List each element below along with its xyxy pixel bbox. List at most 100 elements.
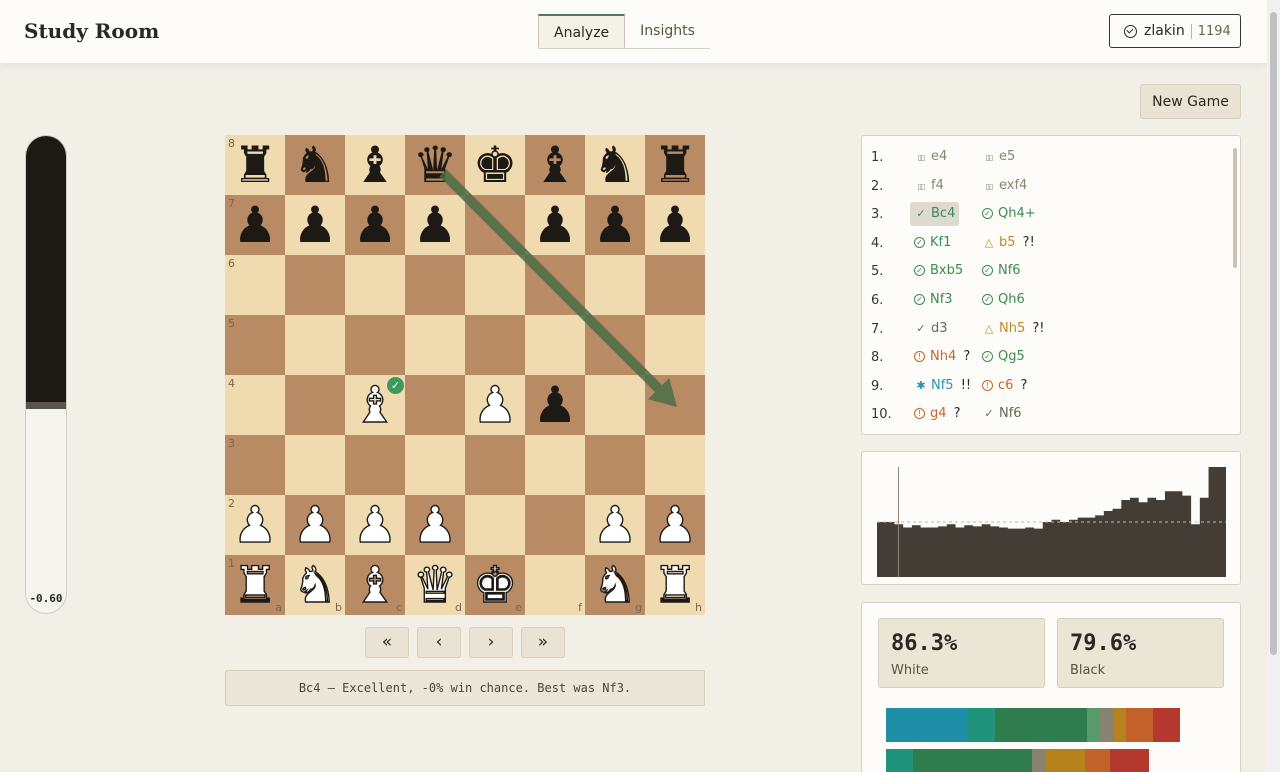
- black-piece-d8[interactable]: ♛: [405, 135, 465, 195]
- white-piece-a2[interactable]: ♟: [225, 495, 285, 555]
- check-icon: ✓: [916, 207, 926, 221]
- square-a5[interactable]: 5: [225, 315, 285, 375]
- square-e6[interactable]: [465, 255, 525, 315]
- square-g3[interactable]: [585, 435, 645, 495]
- square-f5[interactable]: [525, 315, 585, 375]
- square-f3[interactable]: [525, 435, 585, 495]
- tab-insights[interactable]: Insights: [625, 14, 710, 48]
- white-move[interactable]: ✓ Bxb5: [910, 259, 967, 283]
- white-move[interactable]: ▯▯ e4: [910, 145, 951, 169]
- black-move[interactable]: ✓ Nf6: [978, 259, 1025, 283]
- white-move[interactable]: ! Nh4 ?: [910, 345, 974, 369]
- white-piece-a1[interactable]: ♜: [225, 555, 285, 615]
- square-e3[interactable]: [465, 435, 525, 495]
- move-row: 5. ✓ Bxb5 ✓ Nf6: [862, 258, 1240, 284]
- chess-board[interactable]: 8 7 6 5 4 3 2 1 a b c d e f g h ♜ ♞ ♝ ♛ ♚ ♝ ♞ ♜ ♟ ♟ ♟ ♟ ♟ ♟ ♟ ♝ ♟ ♟ ♟ ♟ ♟ ♟ ♟ ♟…: [225, 135, 705, 615]
- black-piece-e8[interactable]: ♚: [465, 135, 525, 195]
- black-move[interactable]: ▯▯ exf4: [978, 174, 1031, 198]
- white-piece-e1[interactable]: ♚: [465, 555, 525, 615]
- black-piece-h7[interactable]: ♟: [645, 195, 705, 255]
- square-h6[interactable]: [645, 255, 705, 315]
- square-b6[interactable]: [285, 255, 345, 315]
- black-piece-b8[interactable]: ♞: [285, 135, 345, 195]
- black-piece-a7[interactable]: ♟: [225, 195, 285, 255]
- black-piece-d7[interactable]: ♟: [405, 195, 465, 255]
- black-piece-b7[interactable]: ♟: [285, 195, 345, 255]
- white-move[interactable]: ✓ Kf1: [910, 231, 955, 255]
- last-move-button[interactable]: »: [521, 627, 565, 658]
- black-move[interactable]: △ b5 ?!: [978, 231, 1039, 255]
- black-move[interactable]: ✓ Qh6: [978, 288, 1029, 312]
- black-move[interactable]: ✓ Nf6: [978, 402, 1026, 426]
- white-move[interactable]: ✱ Nf5 !!: [910, 374, 975, 398]
- white-move[interactable]: ✓ Nf3: [910, 288, 957, 312]
- square-h3[interactable]: [645, 435, 705, 495]
- new-game-button[interactable]: New Game: [1140, 84, 1241, 119]
- square-d3[interactable]: [405, 435, 465, 495]
- white-piece-b1[interactable]: ♞: [285, 555, 345, 615]
- black-piece-f7[interactable]: ♟: [525, 195, 585, 255]
- square-a3[interactable]: 3: [225, 435, 285, 495]
- page-scrollbar-thumb[interactable]: [1270, 12, 1277, 655]
- square-g6[interactable]: [585, 255, 645, 315]
- white-move[interactable]: ✓ Bc4: [910, 202, 960, 227]
- square-c3[interactable]: [345, 435, 405, 495]
- eval-graph[interactable]: [862, 452, 1242, 586]
- previous-move-button[interactable]: ‹: [417, 627, 461, 658]
- square-d4[interactable]: [405, 375, 465, 435]
- square-d6[interactable]: [405, 255, 465, 315]
- white-piece-h2[interactable]: ♟: [645, 495, 705, 555]
- white-piece-d1[interactable]: ♛: [405, 555, 465, 615]
- move-row: 10.! g4 ? ✓ Nf6: [862, 401, 1240, 427]
- square-h5[interactable]: [645, 315, 705, 375]
- square-e5[interactable]: [465, 315, 525, 375]
- black-piece-c8[interactable]: ♝: [345, 135, 405, 195]
- move-number: 6.: [871, 293, 884, 308]
- white-move[interactable]: ! g4 ?: [910, 402, 965, 426]
- tab-analyze[interactable]: Analyze: [538, 14, 626, 48]
- white-piece-h1[interactable]: ♜: [645, 555, 705, 615]
- black-move[interactable]: ✓ Qh4+: [978, 202, 1040, 226]
- circle-check-icon: ✓: [982, 208, 993, 220]
- black-piece-c7[interactable]: ♟: [345, 195, 405, 255]
- white-piece-g1[interactable]: ♞: [585, 555, 645, 615]
- square-e2[interactable]: [465, 495, 525, 555]
- white-move[interactable]: ✓ d3: [910, 317, 952, 341]
- white-piece-c2[interactable]: ♟: [345, 495, 405, 555]
- black-piece-a8[interactable]: ♜: [225, 135, 285, 195]
- black-piece-g7[interactable]: ♟: [585, 195, 645, 255]
- square-b3[interactable]: [285, 435, 345, 495]
- square-a6[interactable]: 6: [225, 255, 285, 315]
- square-c5[interactable]: [345, 315, 405, 375]
- black-move[interactable]: ✓ Qg5: [978, 345, 1029, 369]
- square-f1[interactable]: f: [525, 555, 585, 615]
- black-move[interactable]: ▯▯ e5: [978, 145, 1019, 169]
- square-a4[interactable]: 4: [225, 375, 285, 435]
- white-piece-e4[interactable]: ♟: [465, 375, 525, 435]
- black-move[interactable]: ! c6 ?: [978, 374, 1031, 398]
- white-piece-c1[interactable]: ♝: [345, 555, 405, 615]
- user-profile-button[interactable]: zlakin 1194: [1109, 14, 1241, 48]
- black-piece-h8[interactable]: ♜: [645, 135, 705, 195]
- square-g4[interactable]: [585, 375, 645, 435]
- page-scrollbar[interactable]: [1267, 0, 1280, 772]
- next-move-button[interactable]: ›: [469, 627, 513, 658]
- white-move[interactable]: ▯▯ f4: [910, 174, 948, 198]
- square-g5[interactable]: [585, 315, 645, 375]
- square-b5[interactable]: [285, 315, 345, 375]
- first-move-button[interactable]: «: [365, 627, 409, 658]
- black-piece-f4[interactable]: ♟: [525, 375, 585, 435]
- square-c6[interactable]: [345, 255, 405, 315]
- square-e7[interactable]: [465, 195, 525, 255]
- black-move[interactable]: △ Nh5 ?!: [978, 317, 1049, 341]
- square-h4[interactable]: [645, 375, 705, 435]
- white-piece-g2[interactable]: ♟: [585, 495, 645, 555]
- black-piece-f8[interactable]: ♝: [525, 135, 585, 195]
- square-b4[interactable]: [285, 375, 345, 435]
- square-f2[interactable]: [525, 495, 585, 555]
- black-piece-g8[interactable]: ♞: [585, 135, 645, 195]
- white-piece-d2[interactable]: ♟: [405, 495, 465, 555]
- white-piece-b2[interactable]: ♟: [285, 495, 345, 555]
- square-f6[interactable]: [525, 255, 585, 315]
- square-d5[interactable]: [405, 315, 465, 375]
